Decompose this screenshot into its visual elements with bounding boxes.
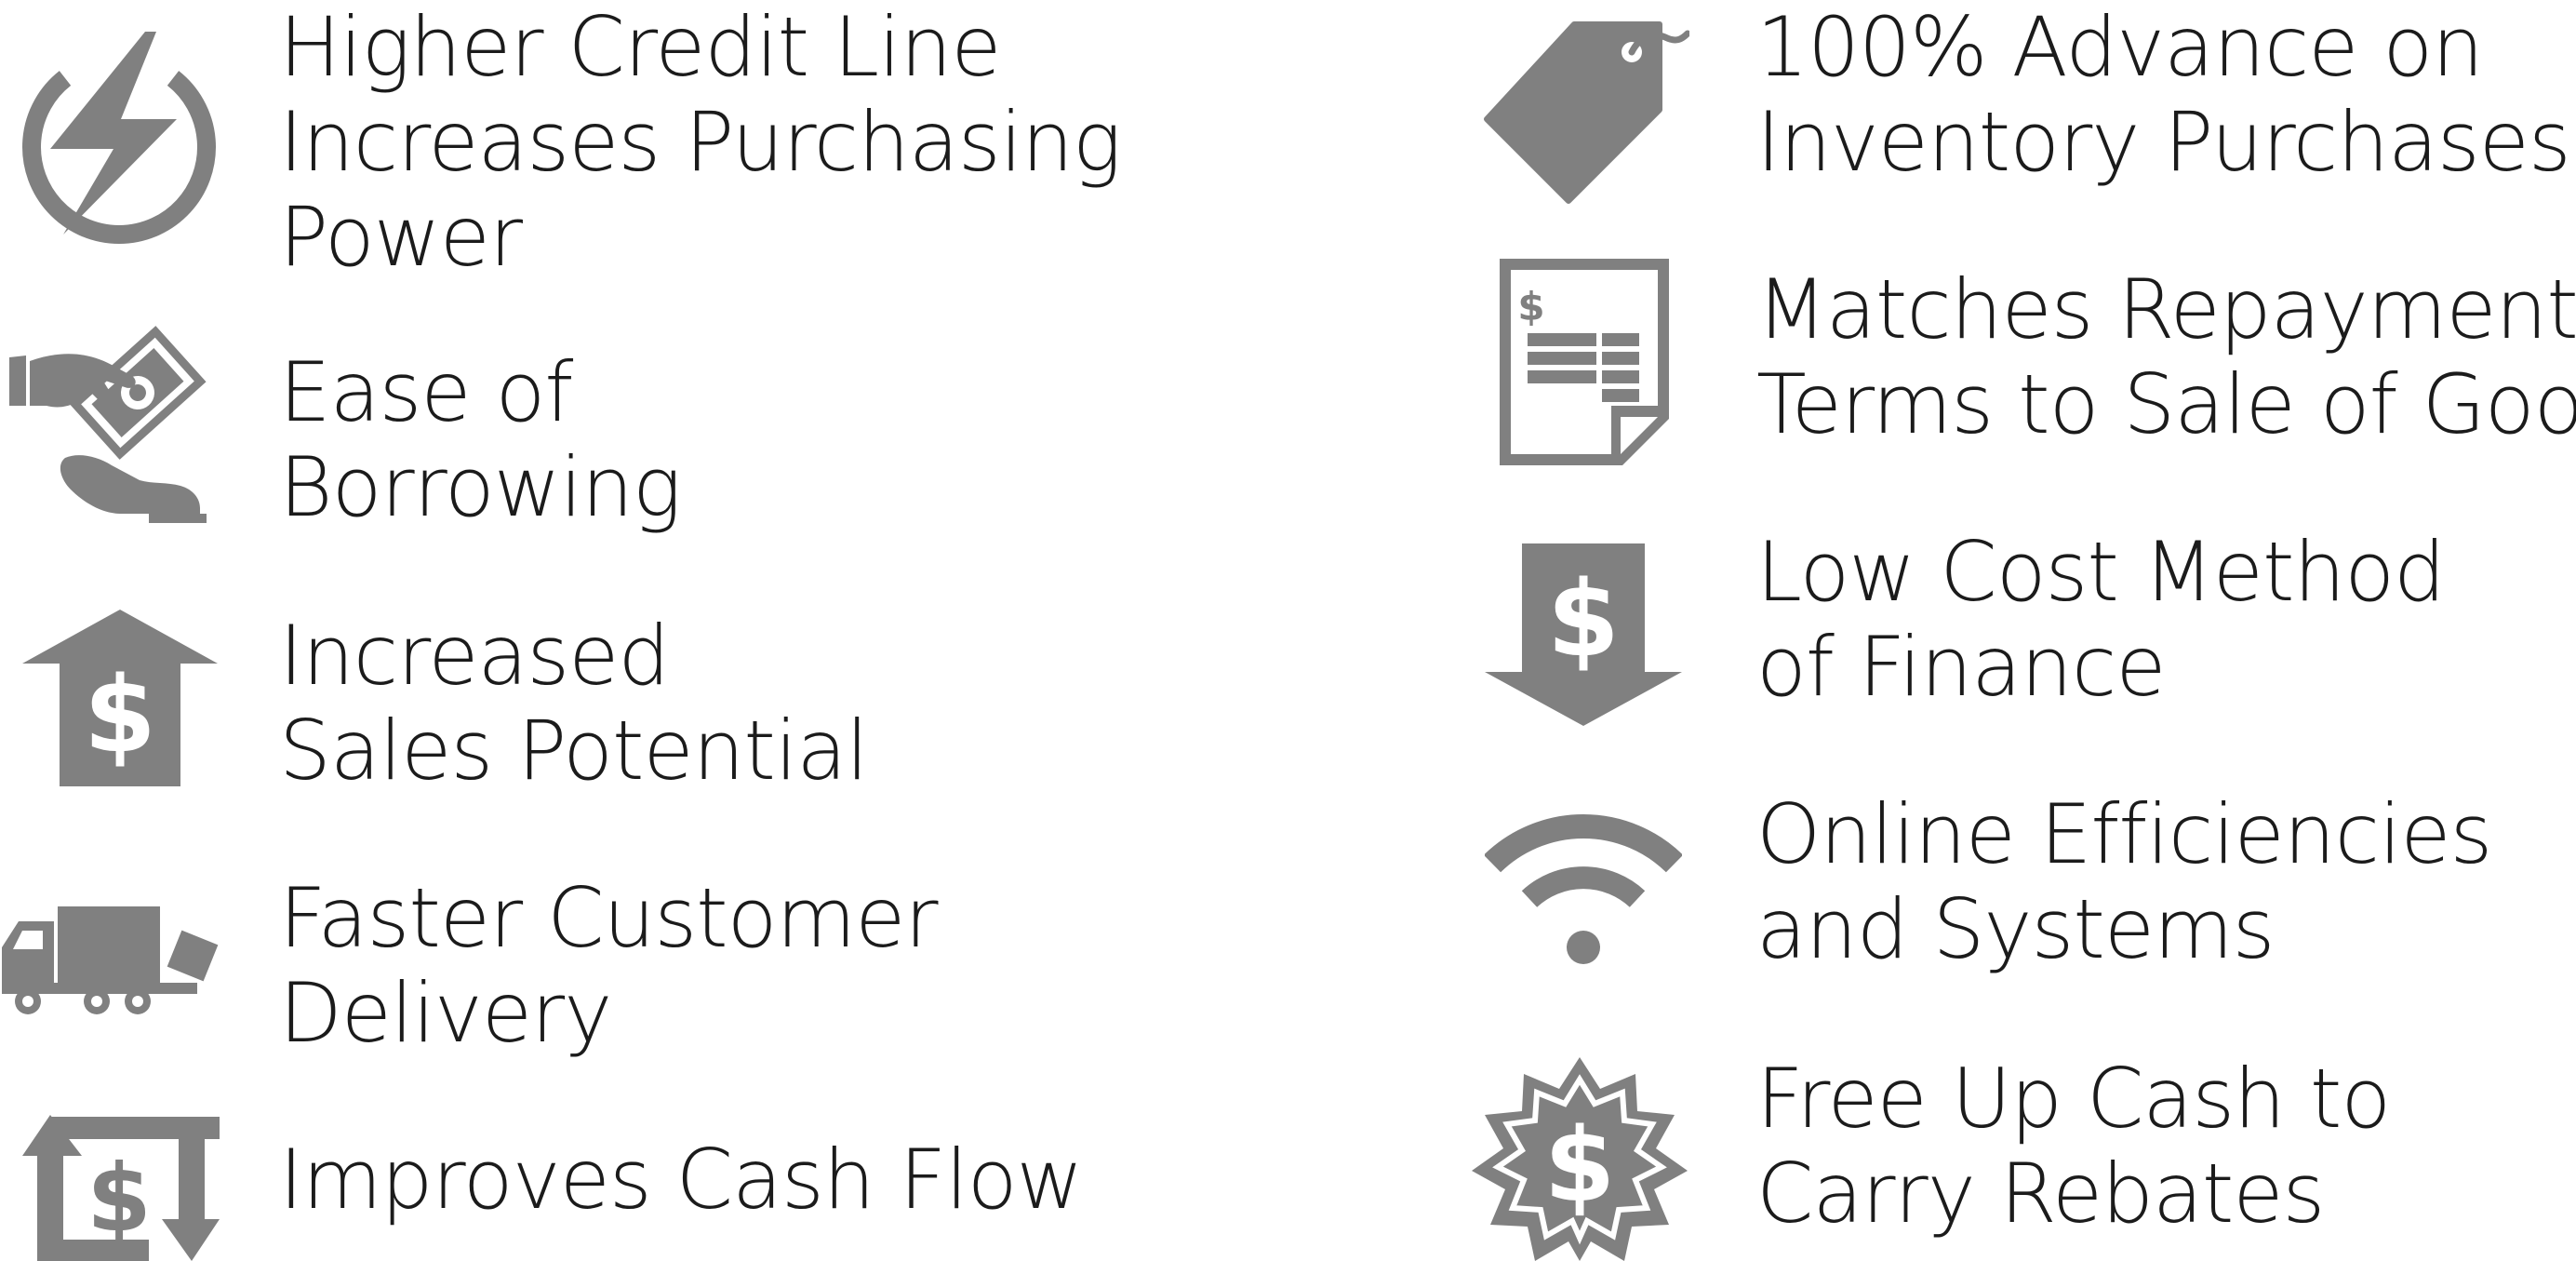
dollar-arrow-down-icon: $ bbox=[1485, 543, 1682, 726]
benefit-label: Free Up Cash to Carry Rebates bbox=[1756, 1051, 2391, 1241]
benefit-label: Low Cost Method of Finance bbox=[1756, 524, 2446, 715]
svg-text:$: $ bbox=[1547, 559, 1620, 680]
price-tag-icon bbox=[1483, 19, 1689, 205]
benefit-label: Improves Cash Flow bbox=[279, 1132, 1084, 1227]
hand-money-icon bbox=[9, 316, 219, 526]
benefit-label: Faster Customer Delivery bbox=[279, 870, 939, 1061]
svg-text:$: $ bbox=[84, 655, 156, 776]
cash-cycle-icon: $ bbox=[22, 1115, 220, 1261]
svg-text:$: $ bbox=[87, 1144, 152, 1253]
dollar-arrow-up-icon: $ bbox=[22, 610, 218, 786]
benefit-label: Ease of Borrowing bbox=[279, 344, 682, 535]
svg-text:$: $ bbox=[1517, 284, 1544, 329]
wifi-icon bbox=[1485, 806, 1682, 964]
benefit-label: Higher Credit Line Increases Purchasing … bbox=[279, 0, 1122, 285]
svg-text:$: $ bbox=[1544, 1106, 1616, 1225]
invoice-document-icon: $ bbox=[1500, 259, 1669, 465]
benefit-label: Online Efficiencies and Systems bbox=[1756, 786, 2492, 977]
dollar-seal-icon: $ bbox=[1470, 1055, 1689, 1261]
benefit-label: Matches Repayment Terms to Sale of Goods bbox=[1756, 262, 2576, 452]
lightning-bolt-icon bbox=[17, 30, 221, 244]
benefit-label: Increased Sales Potential bbox=[279, 608, 869, 798]
benefit-label: 100% Advance on Inventory Purchases bbox=[1756, 0, 2571, 190]
delivery-truck-icon bbox=[0, 901, 221, 1022]
